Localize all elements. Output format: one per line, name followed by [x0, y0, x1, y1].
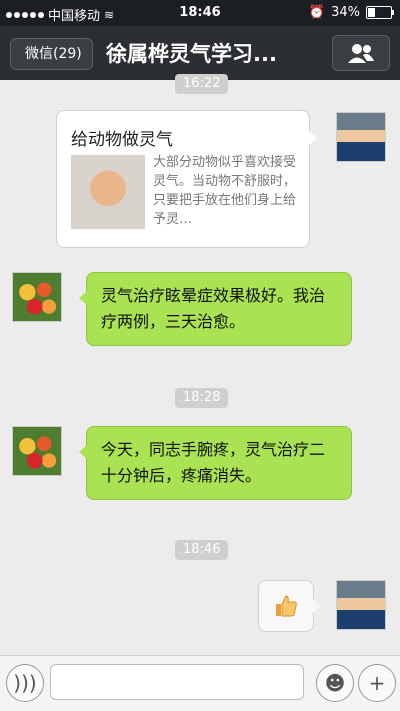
- plus-icon: +: [368, 671, 386, 695]
- article-description: 大部分动物似乎喜欢接受灵气。当动物不舒服时，只要把手放在他们身上给予灵…: [153, 155, 297, 227]
- battery-icon: [366, 6, 394, 19]
- status-bar: 中国移动 ≋ 18:46 ⏰ 34%: [0, 0, 400, 26]
- emoji-message[interactable]: [258, 580, 321, 632]
- shared-article-card[interactable]: 给动物做灵气 大部分动物似乎喜欢接受灵气。当动物不舒服时，只要把手放在他们身上给…: [56, 110, 317, 248]
- chat-title: 徐属桦灵气学习...: [106, 42, 277, 66]
- voice-button[interactable]: ))): [6, 664, 44, 702]
- timestamp: 18:46: [175, 540, 229, 560]
- voice-icon: ))): [13, 671, 37, 695]
- article-title: 给动物做灵气: [71, 130, 173, 150]
- alarm-icon: ⏰: [308, 5, 326, 20]
- contact-avatar[interactable]: [12, 272, 62, 322]
- smiley-icon: ☻: [324, 671, 346, 695]
- back-button[interactable]: 微信(29): [10, 38, 93, 70]
- chat-header: 微信(29) 徐属桦灵气学习...: [0, 26, 400, 80]
- message-bubble[interactable]: 今天，同志手腕疼，灵气治疗二十分钟后，疼痛消失。: [79, 426, 352, 500]
- battery-percent: 34%: [331, 5, 360, 20]
- contact-avatar[interactable]: [12, 426, 62, 476]
- emoji-button[interactable]: ☻: [316, 664, 354, 702]
- timestamp: 16:22: [175, 74, 229, 94]
- status-right: ⏰ 34%: [308, 5, 394, 20]
- thumbs-up-icon: [276, 595, 297, 617]
- input-bar: ))) ☻ +: [0, 655, 400, 711]
- timestamp: 18:28: [175, 388, 229, 408]
- self-avatar[interactable]: [336, 580, 386, 630]
- message-bubble[interactable]: 灵气治疗眩晕症效果极好。我治疗两例，三天治愈。: [79, 272, 352, 346]
- self-avatar[interactable]: [336, 112, 386, 162]
- more-button[interactable]: +: [358, 664, 396, 702]
- people-icon: [348, 44, 374, 63]
- message-input[interactable]: [50, 664, 304, 700]
- article-thumbnail: [71, 155, 145, 229]
- group-info-button[interactable]: [332, 35, 390, 71]
